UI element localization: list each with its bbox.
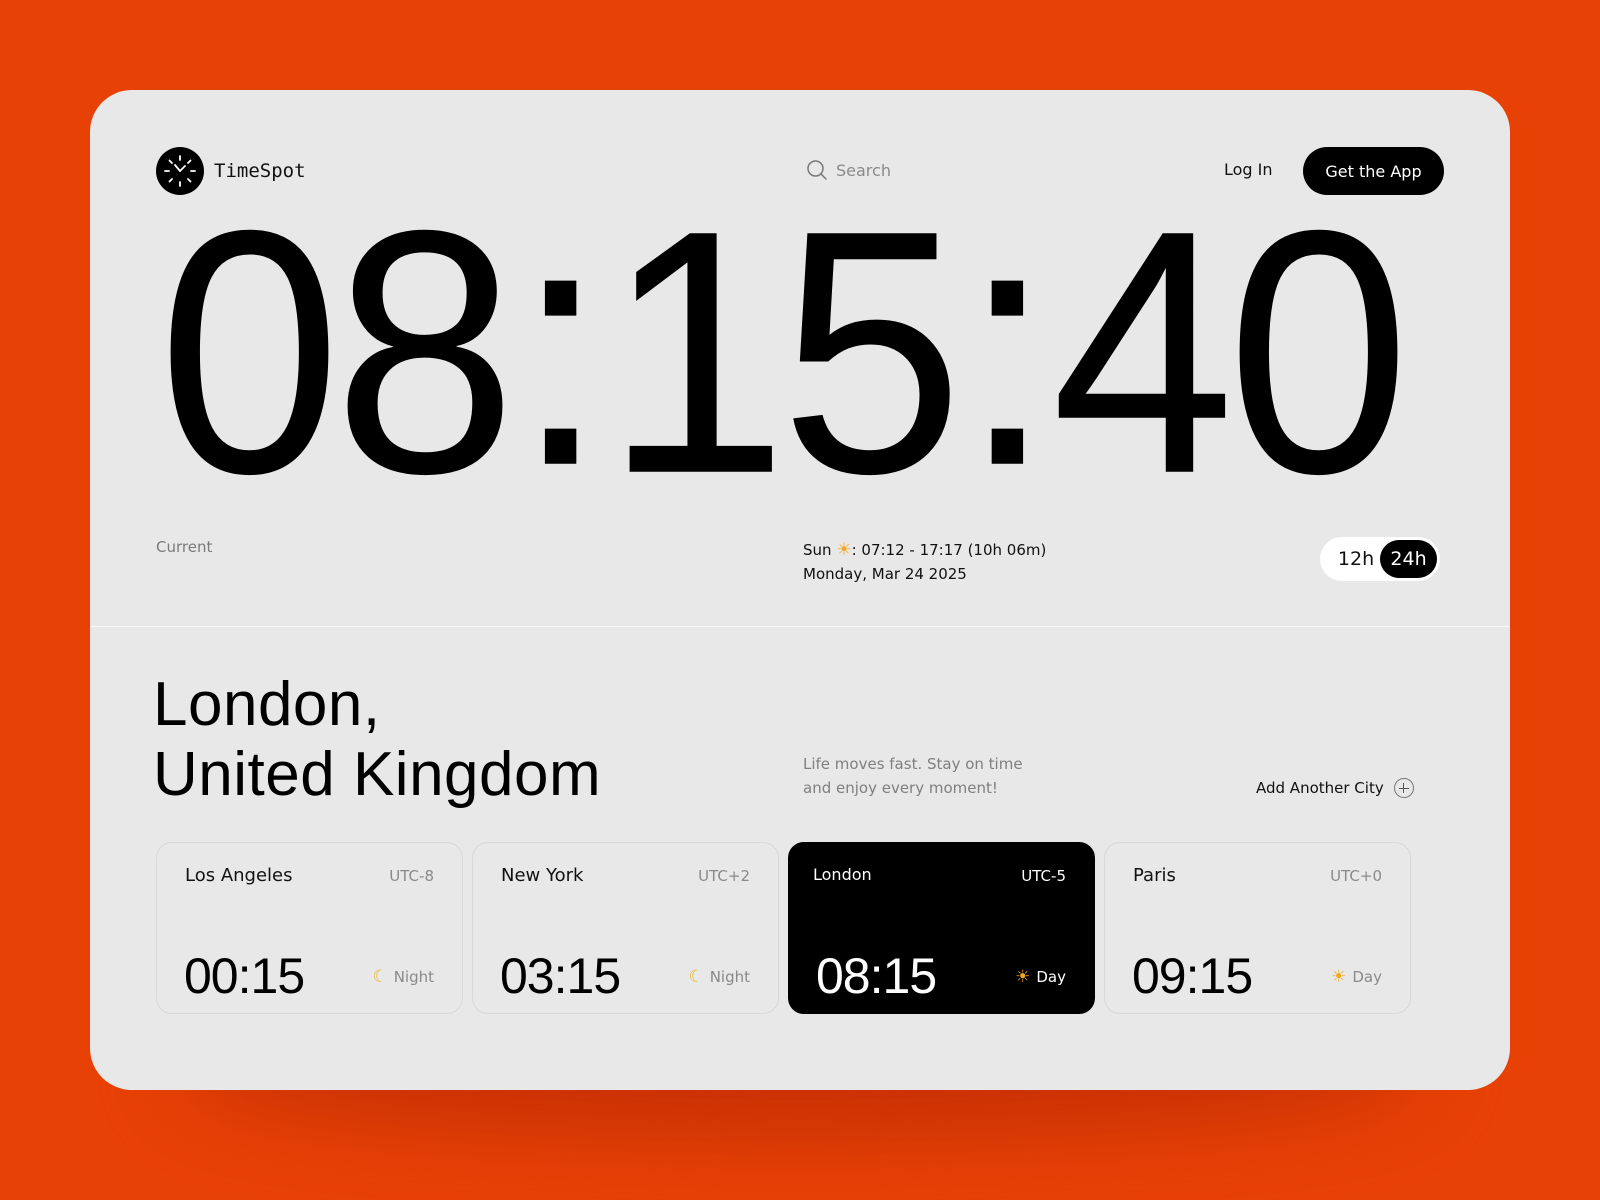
plus-circle-icon: [1393, 778, 1414, 798]
clock-separator: :: [961, 149, 1054, 538]
location-title: London, United Kingdom: [153, 670, 601, 810]
sun-icon: ☀: [1015, 967, 1031, 987]
toggle-12h[interactable]: 12h: [1330, 537, 1382, 581]
toggle-24h[interactable]: 24h: [1380, 540, 1437, 578]
tile-utc-offset: UTC-8: [389, 867, 434, 885]
clock-separator: :: [514, 149, 607, 538]
tile-city-name: New York: [501, 865, 584, 886]
current-date: Monday, Mar 24 2025: [803, 565, 967, 583]
city-tile-new-york[interactable]: New York UTC+2 03:15 ☾ Night: [472, 842, 779, 1014]
tagline-line: Life moves fast. Stay on time: [803, 755, 1023, 773]
tile-day-state: ☾ Night: [372, 967, 434, 987]
tile-day-state: ☀ Day: [1331, 967, 1382, 987]
tile-state-label: Night: [709, 968, 750, 986]
moon-icon: ☾: [688, 967, 704, 987]
tile-time: 09:15: [1132, 948, 1253, 1004]
main-clock: 08 : 15 : 40: [130, 170, 1430, 525]
sun-icon: ☀: [836, 540, 852, 560]
tile-state-label: Night: [393, 968, 434, 986]
tile-utc-offset: UTC+2: [698, 867, 750, 885]
tile-city-name: Paris: [1133, 865, 1176, 886]
app-card: TimeSpot Search Log In Get the App 08 : …: [90, 90, 1510, 1090]
clock-seconds: 40: [1051, 157, 1410, 546]
tile-utc-offset: UTC+0: [1330, 867, 1382, 885]
clock-minutes: 15: [604, 157, 963, 546]
tile-time: 08:15: [816, 948, 937, 1004]
moon-icon: ☾: [372, 967, 388, 987]
tile-state-label: Day: [1352, 968, 1382, 986]
tile-state-label: Day: [1036, 968, 1066, 986]
tile-time: 00:15: [184, 948, 305, 1004]
city-tiles: Los Angeles UTC-8 00:15 ☾ Night New York…: [156, 842, 1411, 1014]
tagline: Life moves fast. Stay on time and enjoy …: [803, 752, 1063, 800]
sun-icon: ☀: [1331, 967, 1347, 987]
add-city-label: Add Another City: [1256, 779, 1384, 797]
tile-time: 03:15: [500, 948, 621, 1004]
tagline-line: and enjoy every moment!: [803, 779, 998, 797]
tile-day-state: ☾ Night: [688, 967, 750, 987]
current-label: Current: [156, 538, 213, 556]
tile-city-name: Los Angeles: [185, 865, 293, 886]
city-tile-los-angeles[interactable]: Los Angeles UTC-8 00:15 ☾ Night: [156, 842, 463, 1014]
location-country: United Kingdom: [153, 740, 602, 809]
sun-prefix: Sun: [803, 541, 832, 559]
tile-day-state: ☀ Day: [1015, 967, 1066, 987]
city-tile-london[interactable]: London UTC-5 08:15 ☀ Day: [788, 842, 1095, 1014]
sun-info: Sun ☀: 07:12 - 17:17 (10h 06m) Monday, M…: [803, 538, 1046, 586]
tile-city-name: London: [813, 865, 872, 884]
tile-utc-offset: UTC-5: [1021, 867, 1066, 885]
section-divider: [90, 626, 1510, 627]
time-format-toggle[interactable]: 12h 24h: [1320, 537, 1440, 581]
sun-range: : 07:12 - 17:17 (10h 06m): [851, 541, 1047, 559]
add-city-button[interactable]: Add Another City: [1256, 778, 1414, 798]
location-city: London,: [153, 670, 381, 739]
city-tile-paris[interactable]: Paris UTC+0 09:15 ☀ Day: [1104, 842, 1411, 1014]
clock-hours: 08: [157, 157, 517, 546]
